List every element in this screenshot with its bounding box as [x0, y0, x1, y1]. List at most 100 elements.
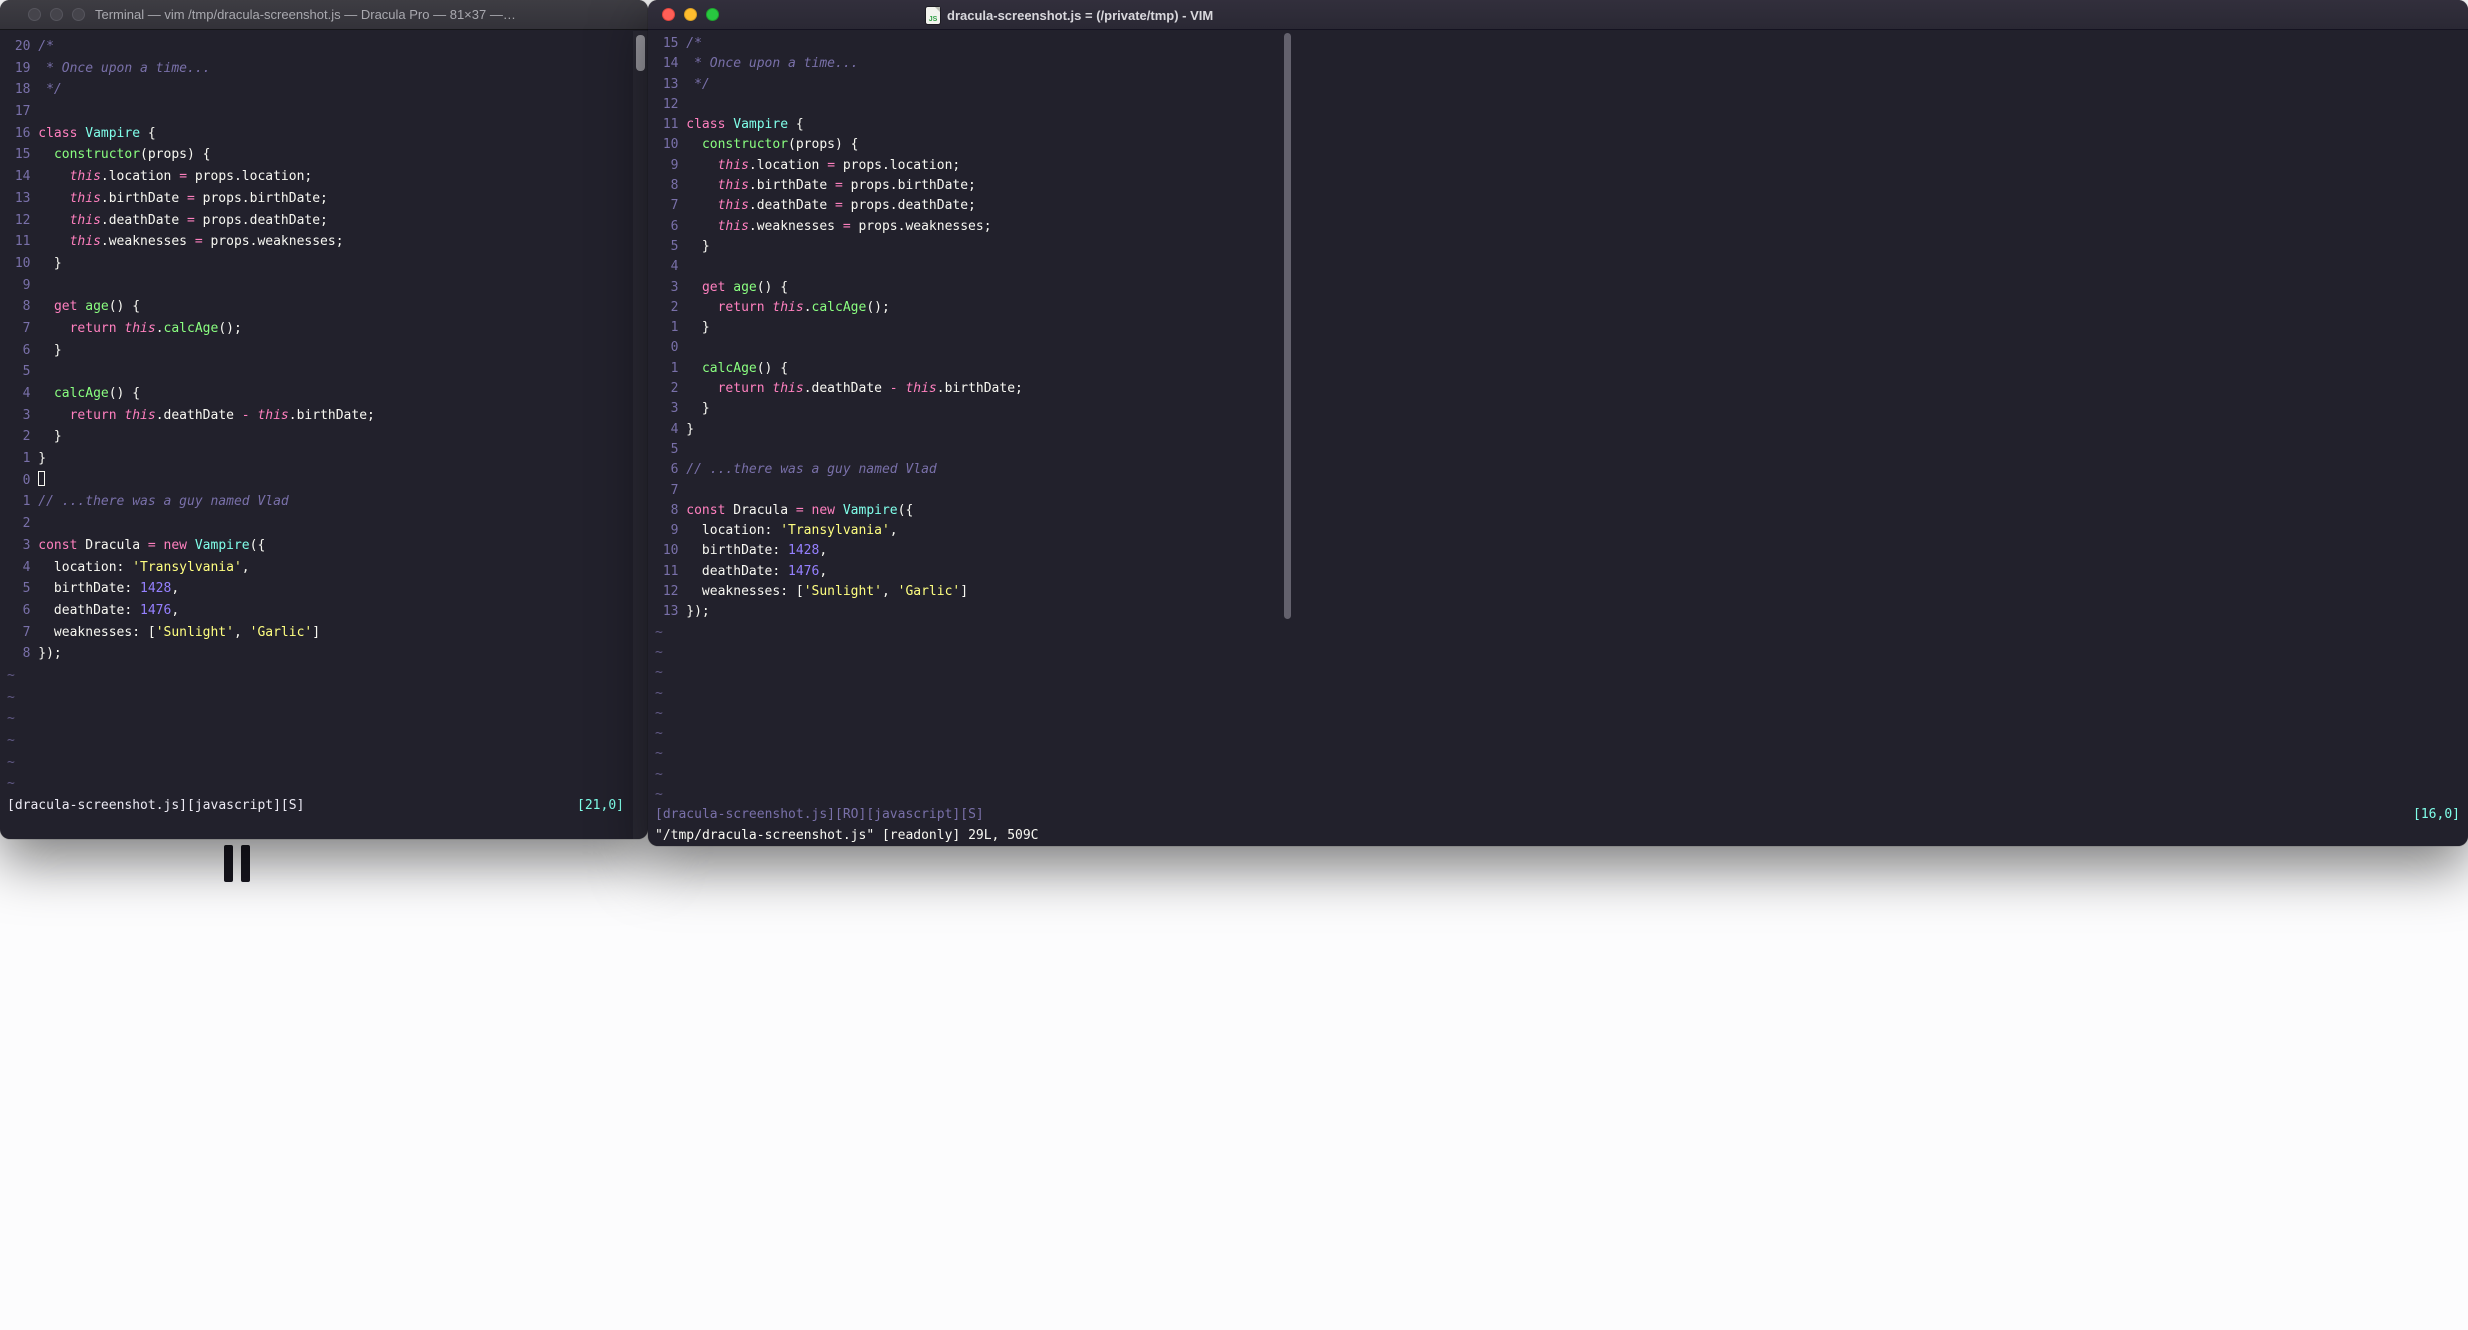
code-line: 7 weaknesses: ['Sunlight', 'Garlic'] — [7, 622, 648, 644]
zoom-button[interactable] — [706, 8, 719, 21]
terminal-titlebar[interactable]: Terminal — vim /tmp/dracula-screenshot.j… — [0, 0, 648, 30]
line-number: 2 — [22, 429, 31, 445]
tilde-line: ~ — [7, 733, 15, 748]
code-line: 3 return this.deathDate - this.birthDate… — [7, 405, 648, 427]
tilde-line: ~ — [655, 624, 663, 640]
line-number: 17 — [14, 104, 31, 120]
line-number: 9 — [670, 157, 679, 173]
code-line: 2 return this.deathDate - this.birthDate… — [655, 379, 2468, 399]
line-number: 15 — [662, 36, 679, 51]
line-number: 0 — [22, 472, 31, 488]
code-line: 1 } — [655, 318, 2468, 338]
traffic-lights — [662, 8, 719, 21]
tilde-line: ~ — [655, 726, 663, 742]
tilde-line: ~ — [655, 746, 663, 762]
code-line: 12 this.deathDate = props.deathDate; — [7, 210, 648, 232]
macvim-buffer[interactable]: 15/* 14 * Once upon a time... 13 */12 11 cla… — [648, 30, 2468, 805]
line-number: 6 — [670, 218, 679, 234]
vim-command-line: "/tmp/dracula-screenshot.js" [readonly] … — [648, 826, 2468, 846]
code-line: 11 class Vampire { — [655, 115, 2468, 135]
code-line: 13 this.birthDate = props.birthDate; — [7, 188, 648, 210]
code-line: 10 } — [7, 253, 648, 275]
line-number: 20 — [14, 39, 31, 54]
tilde-line: ~ — [7, 754, 15, 770]
code-line: 4 calcAge() { — [7, 383, 648, 405]
code-line: 4} — [655, 420, 2468, 440]
desktop-background: Terminal — vim /tmp/dracula-screenshot.j… — [0, 0, 2468, 1330]
line-number: 8 — [22, 299, 31, 315]
scrollbar-thumb[interactable] — [636, 35, 645, 71]
code-line: 6 } — [7, 340, 648, 362]
code-line: 3 get age() { — [655, 278, 2468, 298]
terminal-vim-buffer[interactable]: 20/* 19 * Once upon a time... 18 */17 16 cla… — [0, 30, 648, 795]
minimize-button[interactable] — [50, 8, 63, 21]
code-line: 7 — [655, 481, 2468, 501]
terminal-window: Terminal — vim /tmp/dracula-screenshot.j… — [0, 0, 648, 839]
code-line: 9 location: 'Transylvania', — [655, 521, 2468, 541]
tilde-line: ~ — [7, 689, 15, 705]
line-number: 9 — [670, 523, 679, 539]
line-number: 15 — [14, 147, 31, 163]
line-number: 11 — [662, 563, 679, 579]
line-number: 3 — [670, 401, 679, 417]
code-line: 5 birthDate: 1428, — [7, 578, 648, 600]
line-number: 1 — [22, 494, 31, 510]
close-button[interactable] — [28, 8, 41, 21]
statusline-ruler: [21,0] — [577, 798, 624, 814]
code-line: 3 const Dracula = new Vampire({ — [7, 535, 648, 557]
line-number: 4 — [670, 259, 679, 275]
code-line: 4 location: 'Transylvania', — [7, 557, 648, 579]
document-proxy-icon[interactable]: JS — [926, 6, 940, 24]
code-line: 5 — [7, 361, 648, 383]
code-line: 10 birthDate: 1428, — [655, 541, 2468, 561]
code-line: 19 * Once upon a time... — [7, 58, 648, 80]
line-number: 8 — [22, 646, 31, 662]
line-number: 8 — [670, 502, 679, 518]
code-line: 15/* — [655, 34, 2468, 54]
code-line: 9 — [7, 275, 648, 297]
line-number: 5 — [22, 581, 31, 597]
tilde-line: ~ — [655, 705, 663, 721]
line-number: 13 — [662, 76, 679, 92]
close-button[interactable] — [662, 8, 675, 21]
line-number: 3 — [22, 537, 31, 553]
line-number: 2 — [22, 516, 31, 532]
code-line: 5 — [655, 440, 2468, 460]
line-number: 7 — [22, 320, 31, 336]
code-line: 12 — [655, 95, 2468, 115]
code-line: 7 this.deathDate = props.deathDate; — [655, 196, 2468, 216]
line-number: 3 — [670, 279, 679, 295]
background-text-fragment — [224, 845, 250, 882]
code-line: 10 constructor(props) { — [655, 135, 2468, 155]
line-number: 4 — [22, 386, 31, 401]
line-number: 13 — [14, 190, 31, 206]
line-number: 6 — [670, 462, 679, 478]
tilde-line: ~ — [7, 667, 15, 683]
line-number: 1 — [670, 320, 679, 336]
code-line: 6 deathDate: 1476, — [7, 600, 648, 622]
tilde-line: ~ — [655, 665, 663, 681]
code-line: 6// ...there was a guy named Vlad — [655, 460, 2468, 480]
zoom-button[interactable] — [72, 8, 85, 21]
code-line: 18 */ — [7, 79, 648, 101]
code-line: 1 calcAge() { — [655, 359, 2468, 379]
line-number: 9 — [22, 277, 31, 293]
code-line: 8}); — [7, 643, 648, 665]
line-number: 12 — [662, 584, 679, 600]
line-number: 7 — [670, 482, 679, 498]
window-title: Terminal — vim /tmp/dracula-screenshot.j… — [95, 7, 516, 22]
scrollbar-thumb[interactable] — [1284, 33, 1291, 619]
tilde-line: ~ — [7, 776, 15, 792]
code-line: 1} — [7, 448, 648, 470]
line-number: 18 — [14, 82, 31, 98]
minimize-button[interactable] — [684, 8, 697, 21]
macvim-titlebar[interactable]: JS dracula-screenshot.js = (/private/tmp… — [648, 0, 2468, 30]
line-number: 10 — [14, 255, 31, 271]
line-number: 1 — [670, 360, 679, 376]
tilde-line: ~ — [655, 786, 663, 802]
line-number: 7 — [670, 198, 679, 214]
code-line: 1// ...there was a guy named Vlad — [7, 491, 648, 513]
scrollbar-track[interactable] — [633, 31, 648, 839]
line-number: 4 — [22, 559, 31, 575]
line-number: 6 — [22, 602, 31, 618]
